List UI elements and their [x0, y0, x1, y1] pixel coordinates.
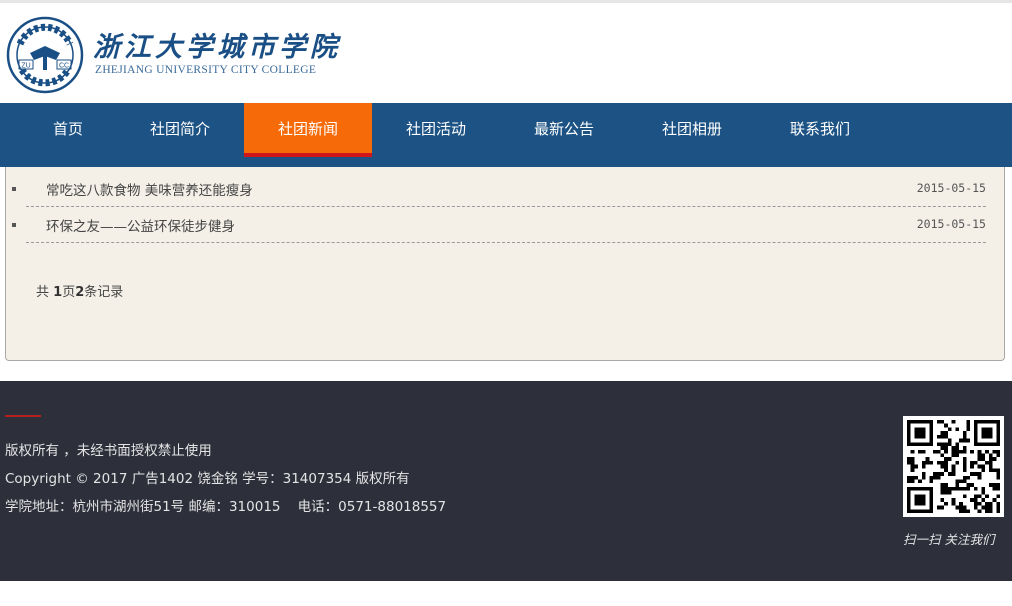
news-date: 2015-05-15	[916, 181, 986, 195]
pager-record-count: 2	[75, 285, 85, 300]
news-title-link[interactable]: 常吃这八款食物 美味营养还能瘦身	[46, 179, 253, 199]
bullet-icon	[12, 223, 16, 227]
nav-item-club-album[interactable]: 社团相册	[628, 103, 756, 155]
nav-item-club-activities[interactable]: 社团活动	[372, 103, 500, 155]
footer-address: 学院地址：杭州市湖州街51号 邮编：310015 电话：0571-8801855…	[5, 499, 447, 515]
emblem-zu-label: ZU	[21, 63, 30, 70]
nav-item-club-intro[interactable]: 社团简介	[116, 103, 244, 155]
qr-code-icon	[903, 416, 1004, 517]
logo-english-name: ZHEJIANG UNIVERSITY CITY COLLEGE	[95, 64, 317, 76]
nav-active-underline	[244, 153, 372, 157]
college-emblem-icon[interactable]: ZU CC	[6, 16, 84, 94]
footer-rights: 版权所有 ，未经书面授权禁止使用	[5, 443, 212, 459]
bullet-icon	[12, 187, 16, 191]
emblem-cc-label: CC	[59, 63, 69, 70]
pager-record-unit: 条记录	[84, 285, 124, 300]
pager-page-count: 1	[53, 285, 63, 300]
nav-item-home[interactable]: 首页	[4, 103, 132, 155]
nav-item-club-news[interactable]: 社团新闻	[244, 103, 372, 156]
news-list-item: 环保之友——公益环保徒步健身 2015-05-15	[12, 207, 986, 243]
footer-copyright: Copyright © 2017 广告1402 饶金铭 学号：31407354 …	[5, 471, 410, 487]
pager-page-unit: 页	[62, 285, 76, 300]
news-list-item: 常吃这八款食物 美味营养还能瘦身 2015-05-15	[12, 171, 986, 207]
site-header: ZU CC 浙江大学城市学院 ZHEJIANG UNIVERSITY CITY …	[0, 3, 1012, 103]
pagination-summary: 共 1页2条记录	[36, 281, 123, 300]
news-panel: 常吃这八款食物 美味营养还能瘦身 2015-05-15 环保之友——公益环保徒步…	[5, 167, 1005, 361]
nav-item-contact-us[interactable]: 联系我们	[756, 103, 884, 155]
bottom-strip	[0, 581, 1012, 606]
logo-chinese-name: 浙江大学城市学院	[93, 32, 341, 63]
footer-accent-line	[5, 415, 41, 417]
nav-item-latest-notices[interactable]: 最新公告	[500, 103, 628, 155]
news-title-link[interactable]: 环保之友——公益环保徒步健身	[46, 215, 235, 235]
qr-caption: 扫一扫 关注我们	[903, 532, 995, 547]
news-date: 2015-05-15	[916, 217, 986, 231]
main-nav: 首页 社团简介 社团新闻 社团活动 最新公告 社团相册 联系我们	[0, 103, 1012, 167]
news-list: 常吃这八款食物 美味营养还能瘦身 2015-05-15 环保之友——公益环保徒步…	[12, 171, 986, 243]
site-footer: 版权所有 ，未经书面授权禁止使用 Copyright © 2017 广告1402…	[0, 381, 1012, 581]
pager-prefix: 共	[36, 285, 54, 300]
